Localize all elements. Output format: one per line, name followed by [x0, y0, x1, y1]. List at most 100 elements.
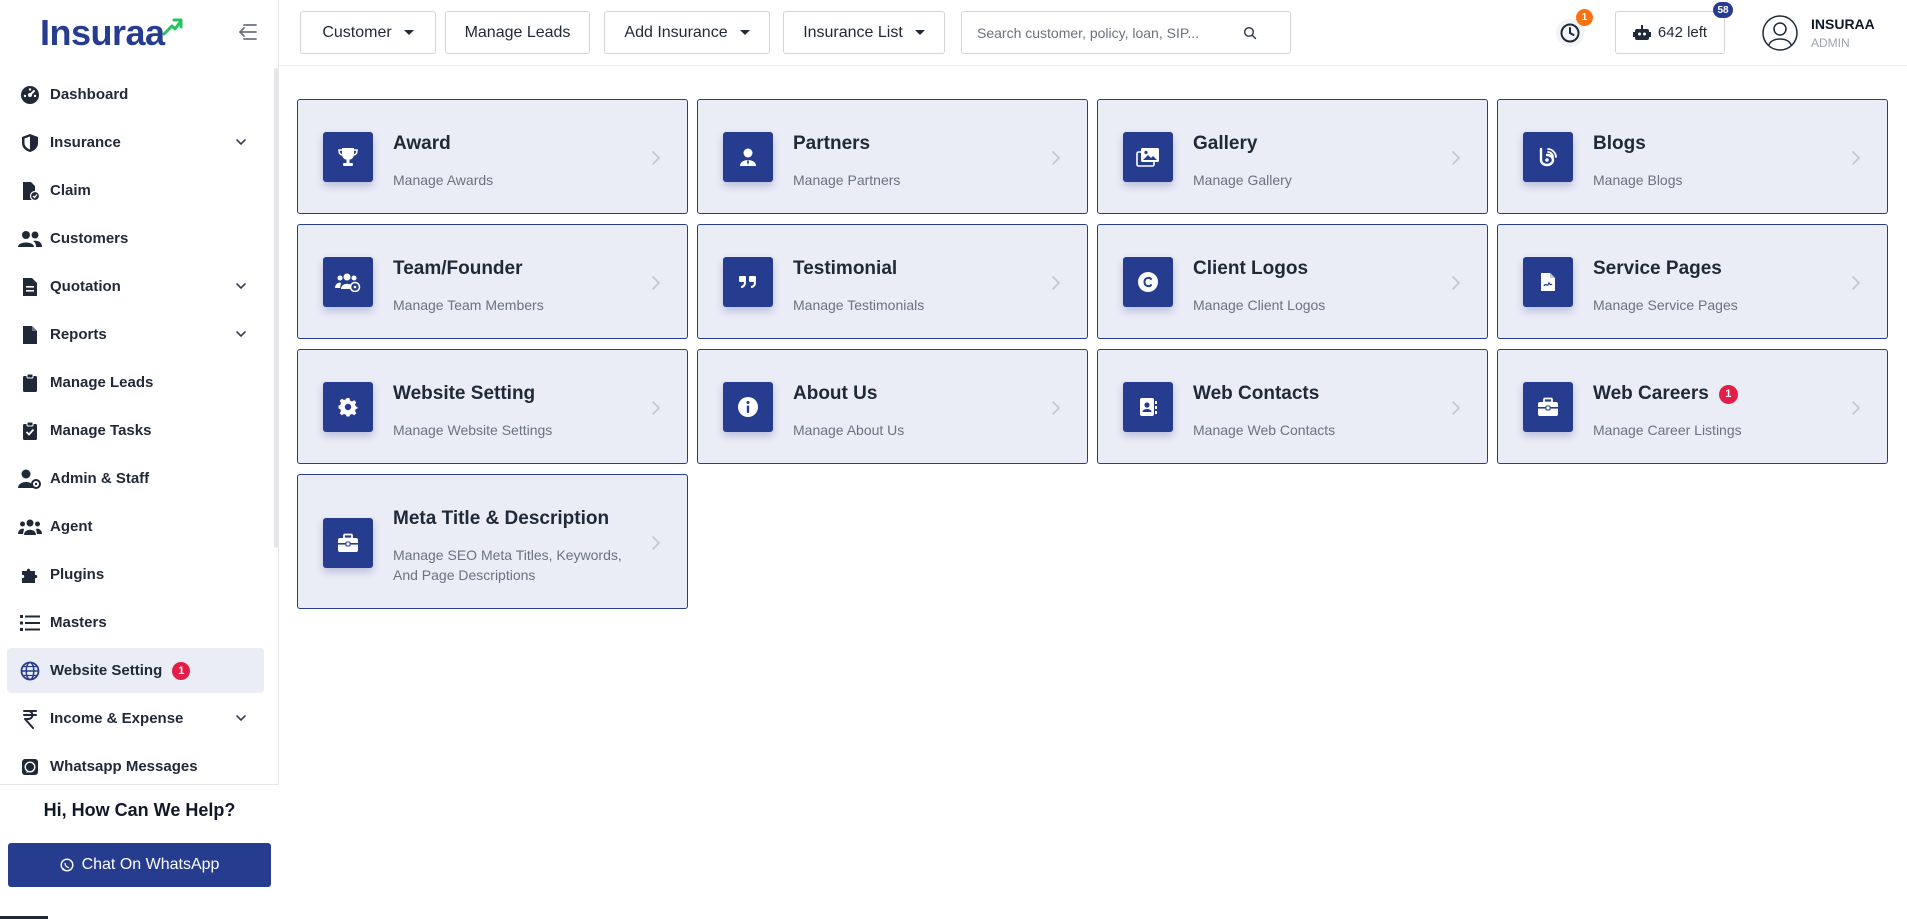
rupee-icon: [18, 707, 42, 731]
testimonial-card[interactable]: Testimonial Manage Testimonials: [697, 224, 1088, 339]
top-bar: Customer Manage Leads Add Insurance Insu…: [279, 0, 1907, 66]
copyright-icon: [1123, 257, 1173, 307]
sidebar-scrollbar[interactable]: [274, 68, 278, 548]
chevron-down-icon: [236, 331, 246, 338]
chevron-right-icon: [1852, 276, 1861, 290]
gallery-card[interactable]: Gallery Manage Gallery: [1097, 99, 1488, 214]
globe-icon: [18, 659, 42, 683]
puzzle-icon: [18, 563, 42, 587]
sidebar-item-label: Quotation: [50, 278, 121, 295]
service-pages-card[interactable]: Service Pages Manage Service Pages: [1497, 224, 1888, 339]
sidebar-item-manage-tasks[interactable]: Manage Tasks: [7, 408, 264, 453]
meta-title-description-card[interactable]: Meta Title & Description Manage SEO Meta…: [297, 474, 688, 609]
robot-icon: [1632, 24, 1651, 40]
insurance-list-dropdown[interactable]: Insurance List: [783, 11, 945, 54]
card-title: Service Pages: [1593, 258, 1722, 279]
briefcase-icon: [323, 518, 373, 568]
website-setting-card[interactable]: Website Setting Manage Website Settings: [297, 349, 688, 464]
sidebar-item-income-expense[interactable]: Income & Expense: [7, 696, 264, 741]
sidebar-item-claim[interactable]: Claim: [7, 168, 264, 213]
team-founder-card[interactable]: Team/Founder Manage Team Members: [297, 224, 688, 339]
chevron-right-icon: [652, 151, 661, 165]
card-title: Client Logos: [1193, 258, 1309, 279]
caret-down-icon: [914, 30, 925, 35]
customer-dropdown[interactable]: Customer: [300, 11, 436, 54]
sidebar-item-label: Whatsapp Messages: [50, 758, 198, 775]
blogs-card[interactable]: Blogs Manage Blogs: [1497, 99, 1888, 214]
sidebar-item-label: Claim: [50, 182, 91, 199]
sidebar-item-reports[interactable]: Reports: [7, 312, 264, 357]
sidebar: Insuraa Dashboard Insurance Claim Custom…: [0, 0, 279, 919]
card-subtitle: Manage Partners: [793, 172, 901, 188]
sidebar-item-agent[interactable]: Agent: [7, 504, 264, 549]
sidebar-item-website-setting[interactable]: Website Setting 1: [7, 648, 264, 693]
blog-icon: [1523, 132, 1573, 182]
chevron-right-icon: [1052, 151, 1061, 165]
sidebar-item-label: Dashboard: [50, 86, 129, 103]
chevron-down-icon: [236, 139, 246, 146]
award-card[interactable]: Award Manage Awards: [297, 99, 688, 214]
card-title: Blogs: [1593, 133, 1646, 154]
team-icon: [323, 257, 373, 307]
contact-book-icon: [1123, 382, 1173, 432]
claim-file-icon: [18, 179, 42, 203]
card-subtitle: Manage Gallery: [1193, 172, 1292, 188]
chevron-right-icon: [652, 536, 661, 550]
chevron-right-icon: [1052, 401, 1061, 415]
sidebar-item-label: Manage Tasks: [50, 422, 152, 439]
sidebar-item-plugins[interactable]: Plugins: [7, 552, 264, 597]
sidebar-item-insurance[interactable]: Insurance: [7, 120, 264, 165]
chevron-right-icon: [1052, 276, 1061, 290]
user-avatar-icon[interactable]: [1762, 15, 1798, 51]
trophy-icon: [323, 132, 373, 182]
list-icon: [18, 611, 42, 635]
search-input[interactable]: [977, 24, 1247, 41]
about-us-card[interactable]: About Us Manage About Us: [697, 349, 1088, 464]
user-gear-icon: [18, 467, 42, 491]
gear-icon: [323, 382, 373, 432]
quote-icon: [723, 257, 773, 307]
chat-whatsapp-button[interactable]: Chat On WhatsApp: [8, 843, 271, 887]
shield-icon: [18, 131, 42, 155]
reminder-badge: 1: [1576, 9, 1593, 26]
card-title: Testimonial: [793, 258, 898, 279]
chevron-down-icon: [236, 283, 246, 290]
brand-logo[interactable]: Insuraa: [40, 15, 183, 51]
web-careers-card[interactable]: Web Careers 1 Manage Career Listings: [1497, 349, 1888, 464]
add-insurance-dropdown[interactable]: Add Insurance: [604, 11, 770, 54]
card-title: Team/Founder: [393, 258, 523, 279]
agent-group-icon: [18, 515, 42, 539]
sidebar-item-quotation[interactable]: Quotation: [7, 264, 264, 309]
sidebar-item-dashboard[interactable]: Dashboard: [7, 72, 264, 117]
sidebar-item-manage-leads[interactable]: Manage Leads: [7, 360, 264, 405]
client-logos-card[interactable]: Client Logos Manage Client Logos: [1097, 224, 1488, 339]
info-icon: [723, 382, 773, 432]
briefcase-icon: [1523, 382, 1573, 432]
quotation-icon: [18, 275, 42, 299]
card-title: Web Careers 1: [1593, 383, 1738, 405]
customer-dropdown-label: Customer: [322, 23, 392, 41]
search-icon[interactable]: [1243, 26, 1257, 40]
card-subtitle: Manage Awards: [393, 172, 494, 188]
web-contacts-card[interactable]: Web Contacts Manage Web Contacts: [1097, 349, 1488, 464]
card-subtitle: Manage About Us: [793, 422, 905, 438]
gallery-icon: [1123, 132, 1173, 182]
notification-badge: 1: [1718, 384, 1738, 404]
card-subtitle: Manage Service Pages: [1593, 297, 1738, 313]
collapse-sidebar-icon[interactable]: [232, 22, 258, 42]
chevron-right-icon: [1852, 151, 1861, 165]
chevron-right-icon: [652, 276, 661, 290]
sidebar-item-whatsapp-messages[interactable]: Whatsapp Messages: [7, 744, 264, 780]
sidebar-item-customers[interactable]: Customers: [7, 216, 264, 261]
manage-leads-button[interactable]: Manage Leads: [445, 11, 590, 54]
sidebar-item-masters[interactable]: Masters: [7, 600, 264, 645]
logo-row: Insuraa: [0, 0, 278, 66]
card-title: Web Contacts: [1193, 383, 1320, 404]
clipboard-icon: [18, 371, 42, 395]
card-subtitle: Manage Testimonials: [793, 297, 925, 313]
credits-button[interactable]: 642 left: [1615, 11, 1725, 54]
partners-card[interactable]: Partners Manage Partners: [697, 99, 1088, 214]
sidebar-item-label: Insurance: [50, 134, 121, 151]
sidebar-item-admin-staff[interactable]: Admin & Staff: [7, 456, 264, 501]
sidebar-item-label: Customers: [50, 230, 129, 247]
